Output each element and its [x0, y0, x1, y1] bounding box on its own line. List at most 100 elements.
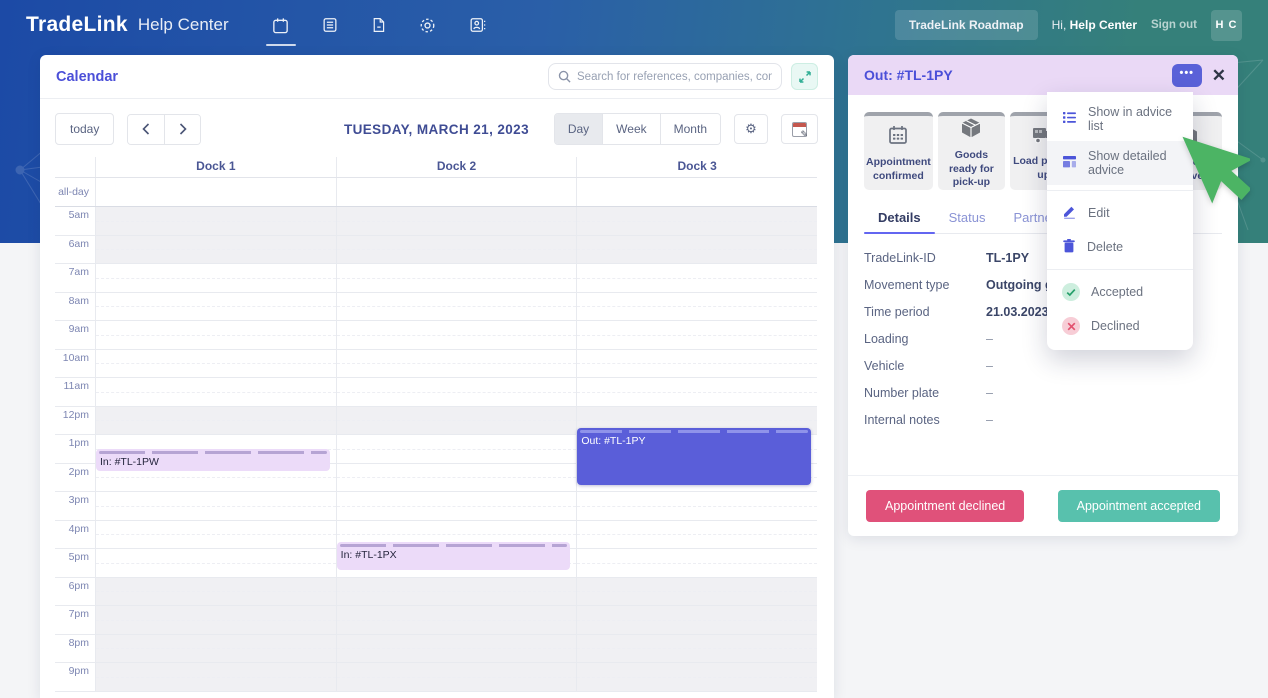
time-slot[interactable]	[335, 207, 577, 235]
calendar-event[interactable]: Out: #TL-1PY	[577, 427, 811, 485]
time-label-11am: 11am	[63, 380, 90, 392]
tab-status[interactable]: Status	[935, 203, 1000, 233]
advice-list-nav-icon[interactable]	[320, 15, 340, 35]
view-day-button[interactable]: Day	[554, 114, 603, 144]
field-value: –	[986, 332, 993, 346]
time-slot[interactable]	[335, 435, 577, 463]
time-slot[interactable]	[335, 349, 577, 377]
time-slot[interactable]	[576, 264, 817, 292]
event-title: Out: #TL-1PY	[581, 434, 646, 447]
accepted-icon	[1062, 283, 1080, 301]
time-slot[interactable]	[95, 235, 336, 263]
time-slot[interactable]	[335, 264, 577, 292]
time-slot[interactable]	[335, 463, 577, 491]
menu-item-show-in-advice-list[interactable]: Show in advice list	[1047, 97, 1193, 141]
time-slot[interactable]	[95, 264, 336, 292]
time-slot[interactable]	[95, 406, 336, 434]
time-label-3pm: 3pm	[68, 494, 89, 506]
menu-item-show-detailed-advice[interactable]: Show detailed advice	[1047, 141, 1193, 185]
allday-cell-3[interactable]	[576, 178, 817, 206]
allday-cell-1[interactable]	[95, 178, 336, 206]
time-slot[interactable]	[576, 235, 818, 263]
expand-icon	[798, 70, 811, 83]
time-label-5am: 5am	[68, 209, 89, 221]
time-slot[interactable]	[335, 378, 577, 406]
time-slot[interactable]	[95, 663, 336, 691]
time-slot[interactable]	[576, 549, 817, 577]
field-label: Time period	[864, 305, 930, 319]
time-slot[interactable]	[95, 378, 336, 406]
time-slot[interactable]	[95, 321, 336, 349]
contacts-nav-icon[interactable]	[467, 15, 487, 35]
time-slot[interactable]	[95, 207, 336, 235]
menu-item-declined[interactable]: Declined	[1047, 309, 1193, 343]
dock-header-1: Dock 1	[95, 157, 336, 177]
avatar[interactable]: H C	[1211, 9, 1242, 41]
time-slot[interactable]	[576, 663, 818, 691]
tab-details[interactable]: Details	[864, 203, 935, 234]
time-label-10am: 10am	[62, 351, 89, 364]
settings-nav-icon[interactable]	[418, 15, 438, 35]
time-slot[interactable]	[576, 378, 817, 406]
time-slot[interactable]	[335, 235, 577, 263]
time-slot[interactable]	[576, 492, 817, 520]
time-slot[interactable]	[576, 292, 817, 320]
user-name: Help Center	[1069, 18, 1137, 32]
time-slot[interactable]	[95, 549, 336, 577]
time-slot[interactable]	[576, 577, 818, 605]
time-slot[interactable]	[95, 520, 336, 548]
more-actions-button[interactable]: •••	[1171, 63, 1202, 87]
top-navbar: TradeLink Help Center TradeLink Roadmap …	[0, 0, 1268, 50]
time-slot[interactable]	[335, 577, 577, 605]
view-month-button[interactable]: Month	[659, 114, 720, 144]
search-input[interactable]	[577, 70, 772, 83]
app-logo: TradeLink	[26, 13, 128, 36]
menu-item-accepted[interactable]: Accepted	[1047, 275, 1193, 309]
hour-row-8am: 8am	[55, 292, 817, 321]
time-slot[interactable]	[95, 292, 336, 320]
close-panel-button[interactable]: ✕	[1212, 67, 1226, 84]
next-day-button[interactable]	[164, 114, 201, 144]
calendar-settings-button[interactable]: ⚙	[734, 114, 768, 144]
time-slot[interactable]	[95, 492, 336, 520]
datepicker-button[interactable]	[781, 114, 818, 144]
field-label: Vehicle	[864, 359, 905, 373]
today-button[interactable]: today	[55, 113, 115, 145]
time-label-6am: 6am	[68, 237, 89, 250]
time-slot[interactable]	[335, 292, 577, 320]
status-step-card: Appointment confirmed	[864, 112, 933, 190]
time-slot[interactable]	[576, 520, 817, 548]
allday-cell-2[interactable]	[335, 178, 577, 206]
menu-item-edit[interactable]: Edit	[1047, 196, 1193, 230]
signout-link[interactable]: Sign out	[1151, 19, 1197, 31]
calendar-event[interactable]: In: #TL-1PX	[336, 541, 571, 571]
appointment-declined-button[interactable]: Appointment declined	[866, 490, 1025, 522]
time-slot[interactable]	[95, 634, 336, 662]
expand-button[interactable]	[791, 63, 818, 90]
prev-day-button[interactable]	[128, 114, 165, 144]
ellipsis-icon: •••	[1179, 67, 1195, 79]
time-slot[interactable]	[576, 349, 817, 377]
view-switch: Day Week Month	[553, 113, 721, 145]
time-slot[interactable]	[335, 634, 577, 662]
time-slot[interactable]	[95, 606, 336, 634]
time-slot[interactable]	[576, 634, 818, 662]
time-slot[interactable]	[95, 577, 336, 605]
time-label-4pm: 4pm	[68, 522, 89, 535]
time-slot[interactable]	[95, 349, 336, 377]
appointment-accepted-button[interactable]: Appointment accepted	[1057, 490, 1220, 522]
time-slot[interactable]	[576, 606, 818, 634]
time-slot[interactable]	[335, 406, 577, 434]
calendar-nav-icon[interactable]	[265, 15, 296, 46]
time-slot[interactable]	[335, 492, 577, 520]
time-slot[interactable]	[335, 321, 577, 349]
view-week-button[interactable]: Week	[602, 114, 660, 144]
time-slot[interactable]	[576, 207, 818, 235]
calendar-event[interactable]: In: #TL-1PW	[96, 449, 330, 471]
time-slot[interactable]	[335, 606, 577, 634]
documents-nav-icon[interactable]	[369, 15, 389, 35]
time-slot[interactable]	[576, 321, 817, 349]
roadmap-button[interactable]: TradeLink Roadmap	[894, 10, 1038, 40]
menu-item-delete[interactable]: Delete	[1047, 230, 1193, 264]
time-slot[interactable]	[335, 663, 577, 691]
